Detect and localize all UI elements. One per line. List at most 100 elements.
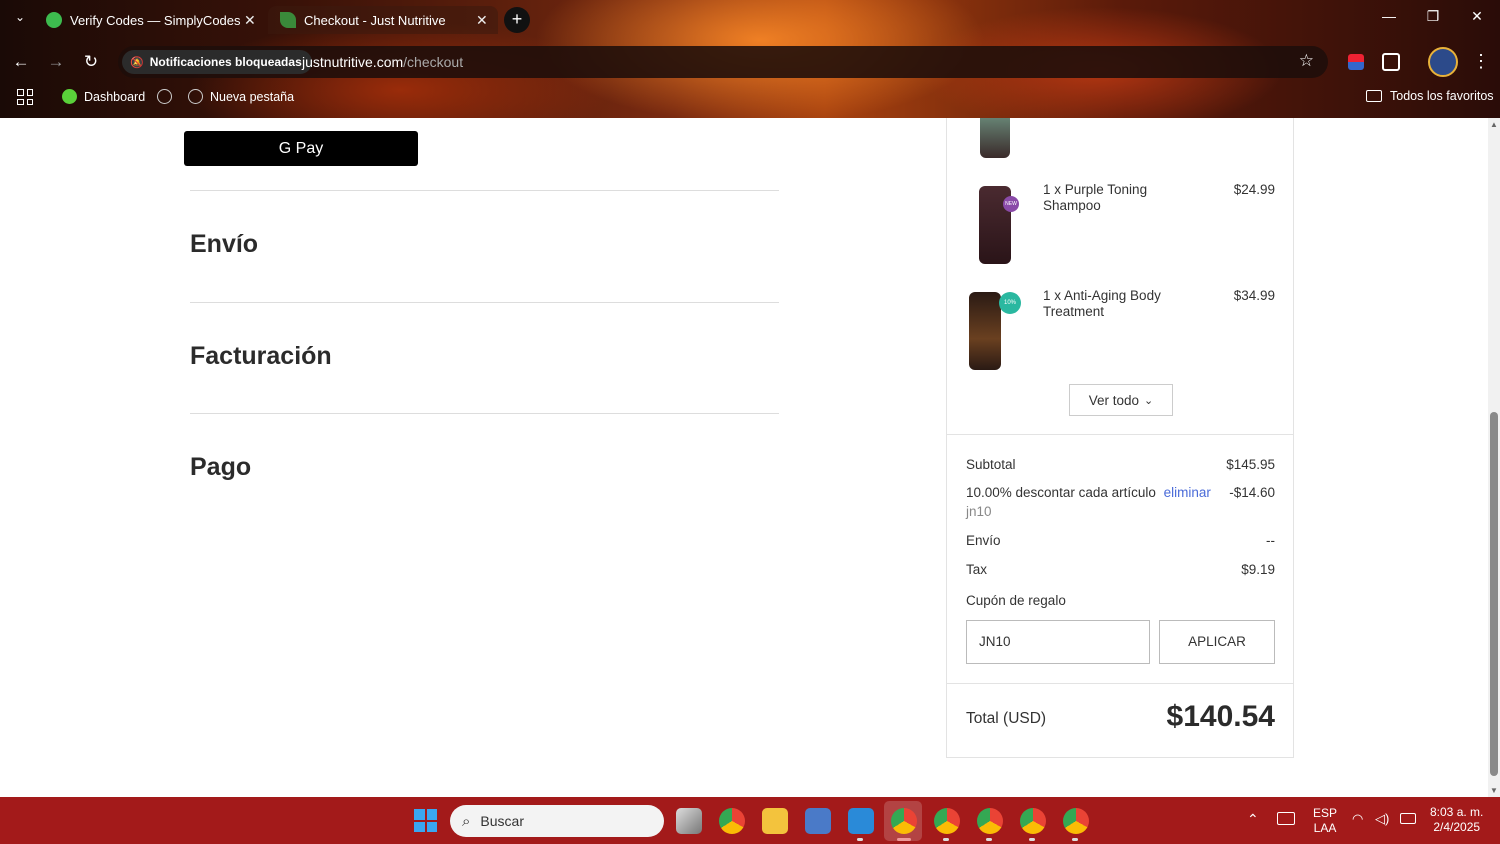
bookmark-label: Nueva pestaña	[210, 89, 295, 104]
running-indicator	[1072, 838, 1078, 841]
tab-simplycodes[interactable]: Verify Codes — SimplyCodes ✕	[36, 6, 266, 34]
volume-icon[interactable]: ◁)	[1375, 811, 1389, 827]
url-host: justnutritive.com	[302, 54, 404, 70]
clock-time: 8:03 a. m.	[1430, 805, 1484, 819]
photos-icon[interactable]	[805, 808, 831, 834]
shipping-value: --	[1266, 533, 1275, 548]
product-name: 1 x Anti-Aging Body Treatment	[1043, 288, 1161, 319]
tax-value: $9.19	[1241, 562, 1275, 577]
bookmark-new-tab[interactable]: Nueva pestaña	[188, 89, 294, 104]
tab-checkout[interactable]: Checkout - Just Nutritive ✕	[268, 6, 498, 34]
all-bookmarks[interactable]: Todos los favoritos	[1366, 89, 1494, 103]
bell-off-icon: 🔕	[130, 56, 144, 69]
notepad-icon[interactable]	[848, 808, 874, 834]
product-image-body-treatment	[969, 292, 1001, 370]
product-name: 1 x Purple Toning Shampoo	[1043, 182, 1148, 213]
tab-list-button[interactable]: ⌄	[10, 10, 30, 30]
coupon-input[interactable]: JN10	[966, 620, 1150, 664]
tray-overflow-icon[interactable]: ⌃	[1247, 811, 1259, 828]
all-bookmarks-label: Todos los favoritos	[1390, 89, 1494, 103]
address-bar[interactable]: 🔕 Notificaciones bloqueadas justnutritiv…	[118, 46, 1328, 78]
chrome-profile-icon[interactable]	[934, 808, 960, 834]
section-payment-title: Pago	[190, 453, 252, 481]
discount-code: jn10	[966, 504, 992, 519]
section-shipping-title: Envío	[190, 230, 259, 258]
shipping-label: Envío	[966, 533, 1001, 548]
view-all-button[interactable]: Ver todo ⌄	[1069, 384, 1173, 416]
divider	[190, 413, 779, 414]
chrome-profile-icon[interactable]	[891, 808, 917, 834]
discount-label: 10.00% descontar cada artículo	[966, 485, 1156, 500]
google-pay-button[interactable]: G Pay	[184, 131, 418, 166]
divider	[947, 434, 1293, 435]
bookmark-dashboard[interactable]: Dashboard	[62, 89, 145, 104]
close-window-icon[interactable]: ✕	[1462, 8, 1492, 25]
apps-grid-icon[interactable]	[17, 89, 33, 105]
forward-icon[interactable]: →	[45, 52, 67, 72]
close-tab-icon[interactable]: ✕	[244, 12, 256, 29]
minimize-icon[interactable]: —	[1374, 8, 1404, 24]
checkout-page: G Pay Envío Facturación Pago NEW 1 x Pur…	[0, 118, 1488, 797]
browser-chrome: ⌄ Verify Codes — SimplyCodes ✕ Checkout …	[0, 0, 1500, 118]
close-tab-icon[interactable]: ✕	[476, 12, 488, 29]
globe-icon	[188, 89, 203, 104]
discount-code-row: jn10	[966, 504, 1275, 519]
new-tab-button[interactable]: +	[504, 7, 530, 33]
gpay-label: G Pay	[278, 139, 324, 157]
keyboard-icon[interactable]	[1277, 812, 1295, 825]
tab-title: Verify Codes — SimplyCodes	[70, 12, 241, 28]
back-icon[interactable]: ←	[10, 52, 32, 72]
gift-coupon-label: Cupón de regalo	[966, 593, 1066, 608]
bookmark-label: Dashboard	[84, 89, 146, 104]
search-icon: ⌕	[462, 812, 471, 830]
bookmark-globe[interactable]	[157, 89, 179, 104]
scroll-thumb[interactable]	[1490, 412, 1498, 776]
divider	[947, 683, 1293, 684]
chrome-icon[interactable]	[719, 808, 745, 834]
view-all-label: Ver todo	[1088, 392, 1140, 408]
extension-icon[interactable]	[1348, 54, 1364, 70]
menu-kebab-icon[interactable]: ⋮	[1472, 51, 1490, 72]
gift-coupon-row: Cupón de regalo	[966, 593, 1275, 608]
search-placeholder: Buscar	[480, 813, 524, 829]
apply-coupon-button[interactable]: APLICAR	[1159, 620, 1275, 664]
tax-label: Tax	[966, 562, 988, 577]
discount-badge: 10% OFF	[999, 292, 1021, 328]
chevron-down-icon: ⌄	[1144, 394, 1154, 407]
lang-bottom: LAA	[1313, 821, 1337, 835]
chrome-profile-icon[interactable]	[1020, 808, 1046, 834]
new-badge: NEW	[1003, 196, 1019, 212]
language-indicator[interactable]: ESP LAA	[1313, 806, 1337, 836]
scroll-up-icon[interactable]: ▲	[1490, 120, 1498, 129]
shipping-row: Envío --	[966, 533, 1275, 548]
extensions-puzzle-icon[interactable]	[1382, 53, 1400, 71]
vertical-scrollbar[interactable]: ▲ ▼	[1488, 118, 1500, 797]
wifi-icon[interactable]: ◠	[1352, 811, 1363, 827]
notifications-blocked-chip[interactable]: 🔕 Notificaciones bloqueadas	[122, 50, 312, 74]
task-view-icon[interactable]	[676, 808, 702, 834]
running-indicator	[857, 838, 863, 841]
running-indicator	[943, 838, 949, 841]
clock[interactable]: 8:03 a. m. 2/4/2025	[1430, 805, 1483, 835]
section-billing-title: Facturación	[190, 342, 332, 370]
product-image-partial	[980, 118, 1010, 158]
scroll-down-icon[interactable]: ▼	[1490, 786, 1498, 795]
tax-row: Tax $9.19	[966, 562, 1275, 577]
total-label: Total (USD)	[966, 710, 1047, 727]
subtotal-label: Subtotal	[966, 457, 1016, 472]
divider	[190, 302, 779, 303]
chrome-profile-icon[interactable]	[1063, 808, 1089, 834]
windows-start-icon[interactable]	[414, 809, 437, 832]
reload-icon[interactable]: ↻	[80, 52, 102, 72]
clock-date: 2/4/2025	[1433, 820, 1481, 834]
battery-icon[interactable]	[1400, 813, 1416, 824]
profile-avatar[interactable]	[1428, 47, 1458, 77]
taskbar-search[interactable]: ⌕ Buscar	[450, 805, 664, 837]
bookmark-star-icon[interactable]: ☆	[1299, 51, 1314, 71]
folder-icon	[1366, 90, 1382, 102]
url-text[interactable]: justnutritive.com/checkout	[302, 54, 463, 70]
maximize-icon[interactable]: ❐	[1418, 8, 1448, 25]
file-explorer-icon[interactable]	[762, 808, 788, 834]
chrome-profile-icon[interactable]	[977, 808, 1003, 834]
remove-discount-link[interactable]: eliminar	[1164, 485, 1211, 500]
